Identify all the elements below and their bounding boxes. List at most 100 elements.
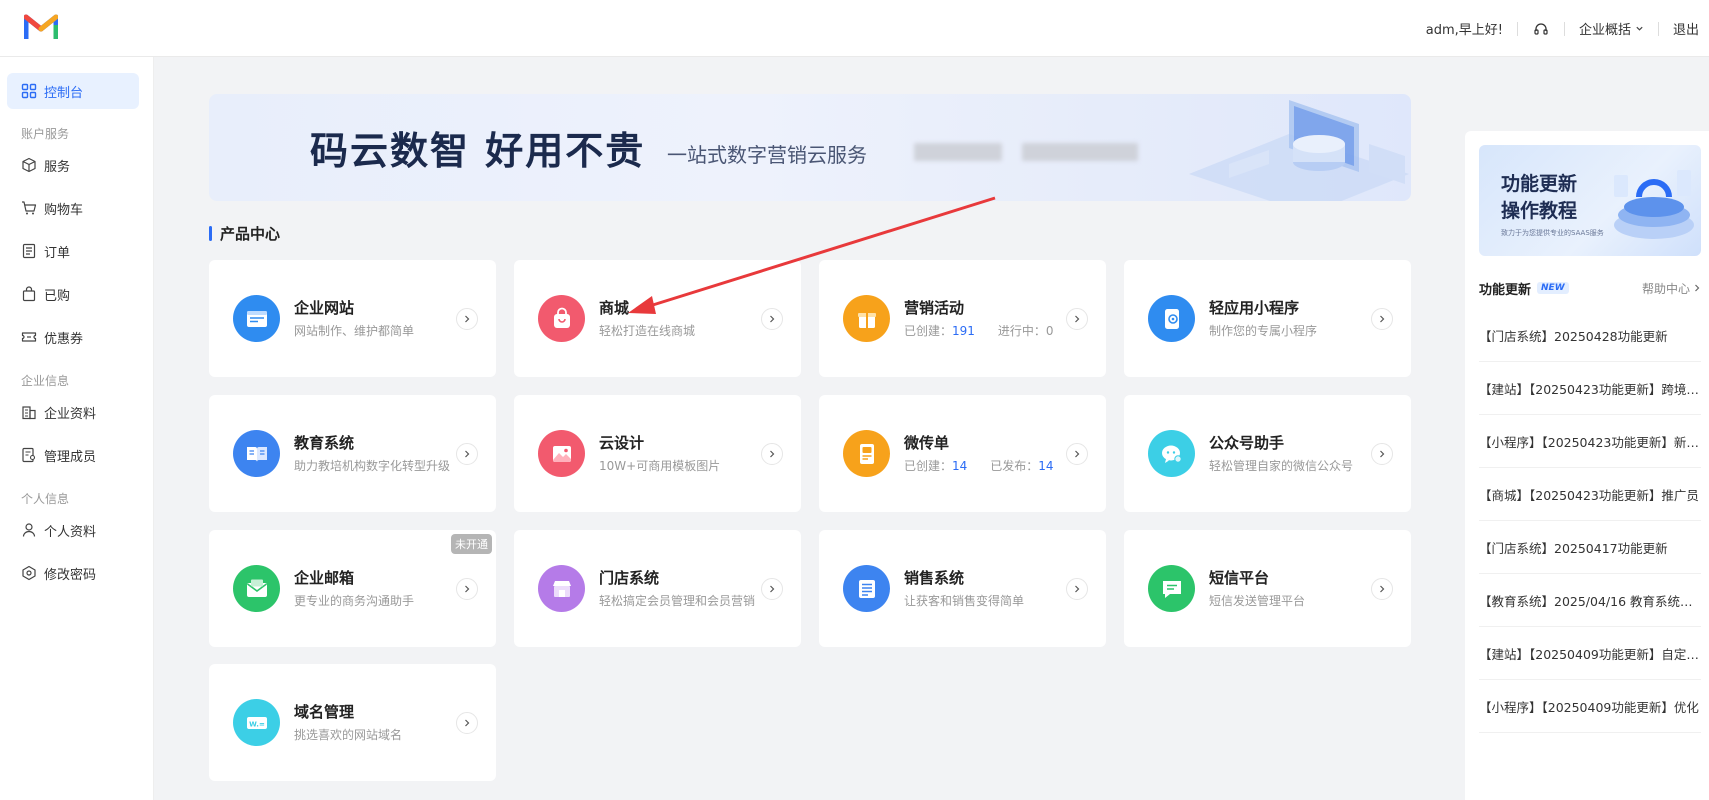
card-title: 云设计 (599, 434, 645, 452)
card-title: 教育系统 (294, 434, 355, 452)
logout-link[interactable]: 退出 (1673, 19, 1699, 38)
chevron-right-icon[interactable] (456, 578, 478, 600)
headset-icon[interactable] (1532, 20, 1550, 38)
card-title: 销售系统 (904, 569, 965, 587)
chevron-right-icon[interactable] (1066, 443, 1088, 465)
tutorial-banner-small: 致力于为您提供专业的SAAS服务 (1501, 229, 1604, 237)
sidebar-item-cart[interactable]: 购物车 (7, 190, 139, 226)
card-title: 企业网站 (294, 299, 355, 317)
divider (1563, 21, 1565, 36)
sidebar-item-service[interactable]: 服务 (7, 147, 139, 183)
stat-label: 进行中： (997, 324, 1046, 338)
update-item[interactable]: 【小程序】【20250423功能更新】新增功能 (1479, 415, 1701, 468)
banner-illustration (1189, 100, 1409, 201)
product-card-cloud-design[interactable]: 云设计 10W+可商用模板图片 (514, 395, 801, 512)
update-item[interactable]: 【教育系统】2025/04/16 教育系统更新 (1479, 574, 1701, 627)
update-item[interactable]: 【建站】【20250423功能更新】跨境电商 (1479, 362, 1701, 415)
blurred-text (914, 143, 1002, 161)
chevron-right-icon[interactable] (1371, 578, 1393, 600)
image-icon (538, 430, 585, 477)
product-card-marketing[interactable]: 营销活动 已创建：191 进行中：0 (819, 260, 1106, 377)
help-center-label: 帮助中心 (1641, 281, 1690, 296)
chevron-right-icon[interactable] (761, 578, 783, 600)
update-item[interactable]: 【商城】【20250423功能更新】推广员 (1479, 468, 1701, 521)
help-center-link[interactable]: 帮助中心 (1642, 280, 1701, 297)
chevron-right-icon[interactable] (456, 308, 478, 330)
card-title: 商城 (599, 299, 630, 317)
product-card-education[interactable]: 教育系统 助力教培机构数字化转型升级 (209, 395, 496, 512)
card-desc: 已创建：191 进行中：0 (904, 322, 1053, 339)
update-item[interactable]: 【小程序】【20250409功能更新】优化 (1479, 680, 1701, 733)
product-card-domain[interactable]: W.= 域名管理 挑选喜欢的网站域名 (209, 664, 496, 781)
chevron-right-icon[interactable] (456, 712, 478, 734)
product-card-wechat-assistant[interactable]: 公众号助手 轻松管理自家的微信公众号 (1124, 395, 1411, 512)
sidebar-item-label: 企业资料 (44, 406, 97, 422)
card-desc: 轻松管理自家的微信公众号 (1209, 459, 1354, 473)
tutorial-banner-line2: 操作教程 (1501, 200, 1578, 222)
stat-value: 14 (952, 459, 968, 473)
stat-value: 191 (952, 324, 975, 338)
update-item[interactable]: 【建站】【20250409功能更新】自定义表单 (1479, 627, 1701, 680)
chevron-right-icon[interactable] (1066, 578, 1088, 600)
card-desc: 制作您的专属小程序 (1209, 324, 1318, 338)
sidebar-group-title: 个人信息 (21, 492, 70, 506)
tutorial-illustration (1614, 170, 1694, 239)
new-badge: NEW (1537, 282, 1569, 294)
chevron-right-icon[interactable] (1371, 308, 1393, 330)
brand-logo[interactable] (24, 13, 58, 41)
product-card-sms-platform[interactable]: 短信平台 短信发送管理平台 (1124, 530, 1411, 647)
divider (1657, 21, 1659, 36)
section-title: 产品中心 (209, 224, 280, 243)
tutorial-banner[interactable]: 功能更新 操作教程 致力于为您提供专业的SAAS服务 (1479, 145, 1701, 256)
update-item-text: 【教育系统】2025/04/16 教育系统更新 (1479, 593, 1701, 609)
order-icon (22, 243, 36, 259)
product-card-miniprogram[interactable]: 轻应用小程序 制作您的专属小程序 (1124, 260, 1411, 377)
sidebar-item-members[interactable]: 管理成员 (7, 437, 139, 473)
product-card-mall[interactable]: 商城 轻松打造在线商城 (514, 260, 801, 377)
sidebar-item-profile[interactable]: 个人资料 (7, 512, 139, 548)
sidebar-item-purchased[interactable]: 已购 (7, 276, 139, 312)
product-card-website[interactable]: 企业网站 网站制作、维护都简单 (209, 260, 496, 377)
product-card-enterprise-mail[interactable]: 未开通 企业邮箱 更专业的商务沟通助手 (209, 530, 496, 647)
coupon-icon (21, 332, 37, 342)
gift-icon (843, 295, 890, 342)
chevron-down-icon (1636, 26, 1643, 31)
banner-slogan: 码云数智 好用不贵 (310, 129, 646, 173)
sidebar-item-company-info[interactable]: 企业资料 (7, 394, 139, 430)
sidebar: 控制台 账户服务 服务 购物车 订单 已购 优惠券 企业信息 企业资料 管理成员… (0, 57, 154, 800)
sidebar-item-label: 已购 (44, 288, 71, 304)
tutorial-banner-line1: 功能更新 (1501, 173, 1578, 195)
chevron-right-icon[interactable] (456, 443, 478, 465)
chevron-right-icon[interactable] (1371, 443, 1393, 465)
card-title: 域名管理 (294, 703, 355, 721)
card-title: 企业邮箱 (294, 569, 355, 587)
sidebar-item-coupons[interactable]: 优惠券 (7, 319, 139, 355)
chevron-right-icon (1695, 284, 1700, 292)
company-overview-dropdown[interactable]: 企业概括 (1579, 19, 1644, 38)
chevron-right-icon[interactable] (761, 443, 783, 465)
update-item[interactable]: 【门店系统】20250428功能更新 (1479, 309, 1701, 362)
product-card-flyer[interactable]: 微传单 已创建：14 已发布：14 (819, 395, 1106, 512)
chevron-right-icon[interactable] (761, 308, 783, 330)
sidebar-item-label: 购物车 (44, 202, 84, 218)
updates-header: 功能更新 NEW 帮助中心 (1479, 278, 1701, 298)
top-header: adm,早上好! 企业概括 退出 (0, 0, 1709, 57)
update-item-text: 【建站】【20250423功能更新】跨境电商 (1479, 381, 1701, 397)
update-item-text: 【小程序】【20250423功能更新】新增功能 (1479, 434, 1701, 450)
sidebar-item-change-password[interactable]: 修改密码 (7, 555, 139, 591)
card-title: 短信平台 (1209, 569, 1270, 587)
sidebar-item-orders[interactable]: 订单 (7, 233, 139, 269)
promo-banner[interactable]: 码云数智 好用不贵 一站式数字营销云服务 (209, 94, 1411, 201)
sidebar-item-label: 优惠券 (44, 331, 84, 347)
card-desc: 助力教培机构数字化转型升级 (294, 459, 451, 473)
sidebar-item-label: 订单 (44, 245, 71, 261)
sidebar-group-title: 企业信息 (21, 374, 70, 388)
product-card-sales-system[interactable]: 销售系统 让获客和销售变得简单 (819, 530, 1106, 647)
sidebar-item-label: 控制台 (44, 85, 84, 101)
chevron-right-icon[interactable] (1066, 308, 1088, 330)
update-item[interactable]: 【门店系统】20250417功能更新 (1479, 521, 1701, 574)
sidebar-item-dashboard[interactable]: 控制台 (7, 73, 139, 109)
update-item-text: 【小程序】【20250409功能更新】优化 (1479, 699, 1699, 715)
company-overview-label: 企业概括 (1578, 23, 1631, 38)
product-card-store-system[interactable]: 门店系统 轻松搞定会员管理和会员营销 (514, 530, 801, 647)
